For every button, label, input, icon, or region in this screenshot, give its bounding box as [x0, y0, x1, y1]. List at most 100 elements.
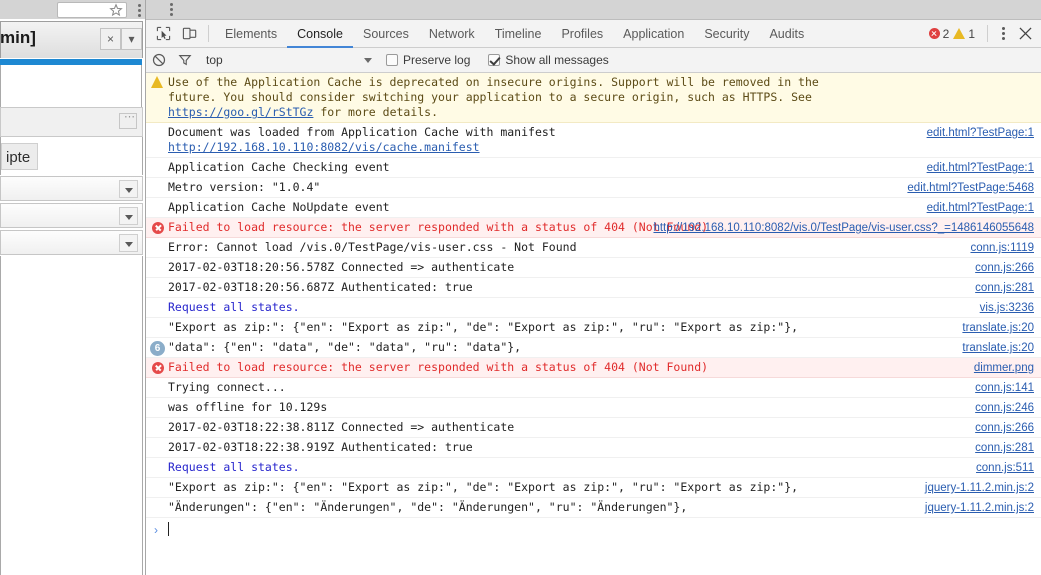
console-source-link[interactable]: conn.js:511: [976, 461, 1034, 476]
console-message-row[interactable]: Application Cache Checking event edit.htm…: [146, 158, 1041, 178]
screenshot-root: min] × ▾ ipte: [0, 0, 1041, 575]
console-source-link[interactable]: dimmer.png: [974, 361, 1034, 376]
tab-console[interactable]: Console: [287, 20, 353, 48]
preserve-log-checkbox[interactable]: Preserve log: [386, 53, 470, 67]
console-source-link[interactable]: http://192.168.10.110:8082/vis.0/TestPag…: [653, 221, 1034, 236]
console-message-row[interactable]: 2017-02-03T18:20:56.687Z Authenticated: …: [146, 278, 1041, 298]
background-window-dropdown-button[interactable]: ▾: [121, 28, 142, 50]
console-source-link[interactable]: conn.js:281: [975, 281, 1034, 296]
console-message-link[interactable]: http://192.168.10.110:8082/vis/cache.man…: [168, 140, 480, 154]
console-message-row[interactable]: Failed to load resource: the server resp…: [146, 358, 1041, 378]
background-select-3[interactable]: [0, 230, 143, 255]
clear-console-icon[interactable]: [146, 48, 172, 73]
console-message-list[interactable]: Use of the Application Cache is deprecat…: [146, 73, 1041, 575]
console-message-row[interactable]: Trying connect... conn.js:141: [146, 378, 1041, 398]
console-message-row[interactable]: Metro version: "1.0.4"edit.html?TestPage…: [146, 178, 1041, 198]
console-message-row[interactable]: Request all states. vis.js:3236: [146, 298, 1041, 318]
text-caret: [168, 522, 169, 536]
console-source-link[interactable]: translate.js:20: [962, 321, 1034, 336]
console-source-link[interactable]: edit.html?TestPage:1: [927, 161, 1034, 176]
console-message-row[interactable]: "Änderungen": {"en": "Änderungen", "de":…: [146, 498, 1041, 518]
error-count-indicator[interactable]: 2: [929, 27, 950, 41]
console-message-text: "Export as zip:": {"en": "Export as zip:…: [168, 480, 798, 495]
resize-grip-icon[interactable]: [119, 113, 137, 129]
background-select-2[interactable]: [0, 203, 143, 228]
bookmark-star-icon[interactable]: [109, 3, 123, 17]
console-source-link[interactable]: conn.js:1119: [970, 241, 1034, 256]
background-select-1[interactable]: [0, 176, 143, 201]
error-circle-icon: [152, 362, 164, 374]
console-source-link[interactable]: conn.js:141: [975, 381, 1034, 396]
console-source-link[interactable]: conn.js:266: [975, 421, 1034, 436]
console-source-link[interactable]: jquery-1.11.2.min.js:2: [925, 501, 1034, 516]
tab-application[interactable]: Application: [613, 20, 694, 48]
tab-sources[interactable]: Sources: [353, 20, 419, 48]
filter-funnel-icon[interactable]: [172, 48, 198, 73]
console-message-row[interactable]: 6"data": {"en": "data", "de": "data", "r…: [146, 338, 1041, 358]
kebab-menu-icon[interactable]: [170, 3, 174, 17]
toolbar-divider: [208, 25, 209, 42]
console-message-row[interactable]: 2017-02-03T18:20:56.578Z Connected => au…: [146, 258, 1041, 278]
console-message-row[interactable]: Request all states.conn.js:511: [146, 458, 1041, 478]
devtools-close-icon[interactable]: [1012, 23, 1038, 45]
browser-menu-icon[interactable]: [138, 4, 142, 17]
console-message-text: Application Cache Checking event: [168, 160, 390, 175]
console-message-text: Request all states.: [168, 300, 300, 315]
tab-network[interactable]: Network: [419, 20, 485, 48]
tab-profiles[interactable]: Profiles: [551, 20, 613, 48]
chevron-down-icon[interactable]: [119, 180, 138, 198]
execution-context-select[interactable]: top: [198, 48, 380, 73]
background-window-title: min]: [0, 28, 36, 48]
show-all-messages-checkbox[interactable]: Show all messages: [488, 53, 608, 67]
inspect-element-icon[interactable]: [150, 21, 176, 47]
error-count-value: 2: [943, 27, 950, 41]
background-content-area: [0, 65, 142, 107]
console-message-row[interactable]: "Export as zip:": {"en": "Export as zip:…: [146, 478, 1041, 498]
console-filter-bar: top Preserve log Show all messages: [146, 48, 1041, 73]
console-message-text: 2017-02-03T18:20:56.578Z Connected => au…: [168, 260, 514, 275]
console-message-row[interactable]: Error: Cannot load /vis.0/TestPage/vis-u…: [146, 238, 1041, 258]
preserve-log-label: Preserve log: [403, 53, 470, 67]
console-message-row[interactable]: Document was loaded from Application Cac…: [146, 123, 1041, 158]
console-source-link[interactable]: jquery-1.11.2.min.js:2: [925, 481, 1034, 496]
console-message-link[interactable]: https://goo.gl/rStTGz: [168, 105, 313, 119]
console-source-link[interactable]: conn.js:246: [975, 401, 1034, 416]
console-message-text: Trying connect...: [168, 380, 286, 395]
console-message-row[interactable]: 2017-02-03T18:22:38.919Z Authenticated: …: [146, 438, 1041, 458]
tab-security[interactable]: Security: [694, 20, 759, 48]
console-message-row[interactable]: Use of the Application Cache is deprecat…: [146, 73, 1041, 123]
chevron-down-icon[interactable]: [119, 207, 138, 225]
devtools-window: Elements Console Sources Network Timelin…: [145, 0, 1041, 575]
tab-elements[interactable]: Elements: [215, 20, 287, 48]
chevron-down-icon[interactable]: [119, 234, 138, 252]
console-message-row[interactable]: "Export as zip:": {"en": "Export as zip:…: [146, 318, 1041, 338]
console-message-text: 2017-02-03T18:20:56.687Z Authenticated: …: [168, 280, 473, 295]
console-message-text: Use of the Application Cache is deprecat…: [168, 75, 858, 120]
console-message-text: was offline for 10.129s: [168, 400, 327, 415]
devtools-more-icon[interactable]: [994, 23, 1012, 45]
tab-audits[interactable]: Audits: [759, 20, 814, 48]
console-message-row[interactable]: 2017-02-03T18:22:38.811Z Connected => au…: [146, 418, 1041, 438]
warning-triangle-icon: [151, 76, 163, 88]
console-message-row[interactable]: was offline for 10.129s conn.js:246: [146, 398, 1041, 418]
console-source-link[interactable]: conn.js:266: [975, 261, 1034, 276]
console-message-row[interactable]: Application Cache NoUpdate eventedit.htm…: [146, 198, 1041, 218]
background-window-close-button[interactable]: ×: [100, 28, 121, 50]
console-prompt-row[interactable]: ›: [146, 518, 1041, 541]
console-source-link[interactable]: conn.js:281: [975, 441, 1034, 456]
console-message-text: Failed to load resource: the server resp…: [168, 360, 708, 375]
console-source-link[interactable]: edit.html?TestPage:1: [927, 126, 1034, 141]
background-tab-skripte[interactable]: ipte: [1, 143, 38, 170]
error-circle-icon: [929, 28, 940, 39]
console-source-link[interactable]: vis.js:3236: [980, 301, 1034, 316]
console-source-link[interactable]: translate.js:20: [962, 341, 1034, 356]
browser-omnibox-strip: [0, 0, 145, 19]
warning-count-value: 1: [968, 27, 975, 41]
device-toolbar-icon[interactable]: [176, 21, 202, 47]
warning-count-indicator[interactable]: 1: [953, 27, 975, 41]
console-source-link[interactable]: edit.html?TestPage:1: [927, 201, 1034, 216]
console-message-text: 2017-02-03T18:22:38.811Z Connected => au…: [168, 420, 514, 435]
console-message-row[interactable]: Failed to load resource: the server resp…: [146, 218, 1041, 238]
console-source-link[interactable]: edit.html?TestPage:5468: [907, 181, 1034, 196]
tab-timeline[interactable]: Timeline: [485, 20, 552, 48]
